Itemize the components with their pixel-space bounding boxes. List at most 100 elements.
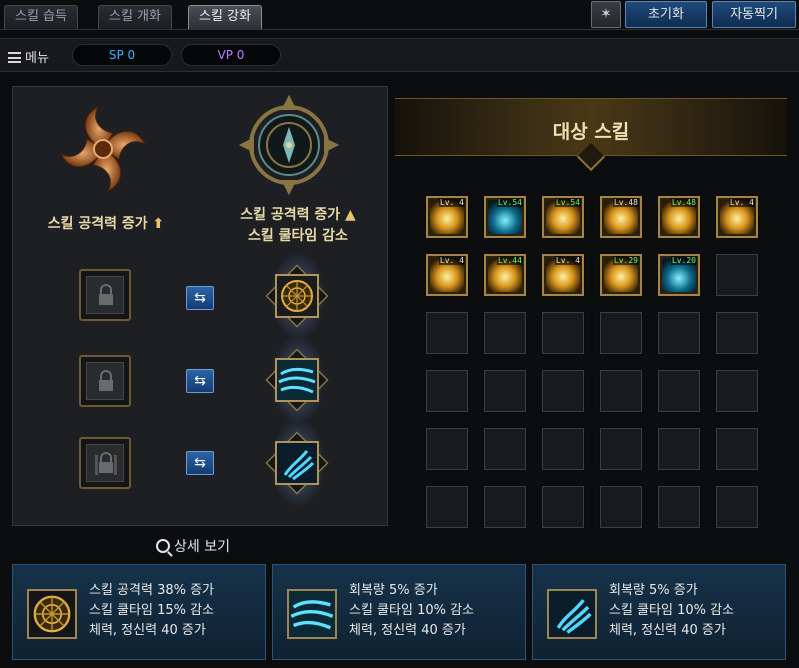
auto-assign-button[interactable]: 자동찍기: [712, 1, 796, 28]
empty-skill-slot[interactable]: [657, 485, 701, 529]
empty-skill-slot[interactable]: [657, 369, 701, 413]
empty-skill-slot[interactable]: [599, 427, 643, 471]
vp-counter: VP 0: [181, 44, 281, 66]
cyan-claw-icon: [277, 443, 317, 483]
skill-level-label: Lv.48: [612, 198, 639, 207]
enhance-skill-slot[interactable]: [263, 336, 331, 424]
enhance-skill-slot[interactable]: [263, 419, 331, 507]
skill-level-label: Lv.54: [496, 198, 523, 207]
swap-arrows-icon: ⇆: [194, 455, 206, 471]
reset-button[interactable]: 초기화: [625, 1, 707, 28]
left-branch-title-text: 스킬 공격력 증가: [47, 216, 148, 232]
up-arrow-icon: ⬆︎: [152, 216, 165, 232]
target-skill-slot[interactable]: Lv.48: [657, 195, 701, 239]
locked-enhance-slot[interactable]: [79, 269, 131, 321]
tab-skill-enhance[interactable]: 스킬 강화: [188, 5, 262, 29]
pin-button[interactable]: ✶: [591, 1, 621, 28]
view-details-link[interactable]: 상세 보기: [156, 536, 230, 556]
cyan-wave-icon: [289, 591, 335, 637]
target-skill-slot[interactable]: Lv. 4: [425, 195, 469, 239]
effect-line: 체력, 정신력 40 증가: [89, 623, 206, 638]
lock-icon: [95, 452, 117, 475]
target-skills-title: 대상 스킬: [552, 121, 630, 143]
hamburger-icon: [8, 52, 21, 63]
empty-skill-slot[interactable]: [425, 369, 469, 413]
left-branch-title: 스킬 공격력 증가 ⬆︎: [21, 213, 191, 233]
empty-skill-slot[interactable]: [425, 485, 469, 529]
up-arrow-icon: ▲: [340, 207, 356, 223]
empty-skill-slot[interactable]: [657, 311, 701, 355]
empty-skill-slot[interactable]: [483, 369, 527, 413]
lock-icon: [99, 370, 113, 391]
skill-level-label: Lv.48: [670, 198, 697, 207]
locked-enhance-slot[interactable]: [79, 437, 131, 489]
enhance-tree-panel: 스킬 공격력 증가 ⬆︎ 스킬 공격력 증가 ▲ 스킬 쿨타임 감소 ⇆ ⇆ ⇆: [12, 86, 388, 526]
empty-skill-slot[interactable]: [715, 253, 759, 297]
target-skill-slot[interactable]: Lv. 4: [541, 253, 585, 297]
target-skill-slot[interactable]: Lv.44: [483, 253, 527, 297]
swap-arrows-icon: ⇆: [194, 290, 206, 306]
empty-skill-slot[interactable]: [715, 485, 759, 529]
empty-skill-slot[interactable]: [657, 427, 701, 471]
empty-skill-slot[interactable]: [599, 485, 643, 529]
skill-level-label: Lv. 4: [728, 198, 755, 207]
empty-skill-slot[interactable]: [715, 427, 759, 471]
menu-button[interactable]: 메뉴: [8, 47, 49, 66]
enhance-skill-slot[interactable]: [263, 252, 331, 340]
menu-label: 메뉴: [25, 51, 49, 66]
view-details-label: 상세 보기: [174, 539, 230, 555]
swap-arrows-icon: ⇆: [194, 373, 206, 389]
empty-skill-slot[interactable]: [599, 369, 643, 413]
empty-skill-slot[interactable]: [599, 311, 643, 355]
empty-skill-slot[interactable]: [541, 485, 585, 529]
cyan-claw-icon: [549, 591, 595, 637]
golden-wheel-icon: [33, 595, 71, 633]
empty-skill-slot[interactable]: [541, 369, 585, 413]
pin-icon: ✶: [600, 6, 612, 22]
empty-skill-slot[interactable]: [715, 311, 759, 355]
target-skill-slot[interactable]: Lv. 4: [715, 195, 759, 239]
enhance-effect-card[interactable]: 회복량 5% 증가 스킬 쿨타임 10% 감소 체력, 정신력 40 증가: [272, 564, 526, 660]
target-skill-slot[interactable]: Lv.20: [657, 253, 701, 297]
target-skill-slot[interactable]: Lv. 4: [425, 253, 469, 297]
right-branch-title-line2: 스킬 쿨타임 감소: [248, 228, 348, 244]
empty-skill-slot[interactable]: [541, 427, 585, 471]
effect-line: 체력, 정신력 40 증가: [609, 623, 726, 638]
cyan-wave-icon: [277, 360, 317, 400]
skill-level-label: Lv.54: [554, 198, 581, 207]
tab-skill-bloom[interactable]: 스킬 개화: [98, 5, 172, 29]
empty-skill-slot[interactable]: [715, 369, 759, 413]
right-branch-title-line1: 스킬 공격력 증가: [240, 207, 341, 223]
golden-wheel-icon: [281, 280, 313, 312]
swap-button[interactable]: ⇆: [186, 369, 214, 393]
effect-line: 스킬 쿨타임 10% 감소: [609, 603, 735, 618]
swap-button[interactable]: ⇆: [186, 451, 214, 475]
skill-level-label: Lv. 4: [554, 256, 581, 265]
enhance-effect-card[interactable]: 회복량 5% 증가 스킬 쿨타임 10% 감소 체력, 정신력 40 증가: [532, 564, 786, 660]
empty-skill-slot[interactable]: [483, 311, 527, 355]
empty-skill-slot[interactable]: [425, 311, 469, 355]
empty-skill-slot[interactable]: [541, 311, 585, 355]
skill-level-label: Lv. 4: [438, 198, 465, 207]
tab-skill-learn[interactable]: 스킬 습득: [4, 5, 78, 29]
effect-line: 회복량 5% 증가: [349, 583, 438, 598]
empty-skill-slot[interactable]: [425, 427, 469, 471]
empty-skill-slot[interactable]: [483, 485, 527, 529]
effect-line: 스킬 공격력 38% 증가: [89, 583, 215, 598]
skill-level-label: Lv.20: [670, 256, 697, 265]
effect-line: 스킬 쿨타임 15% 감소: [89, 603, 215, 618]
top-tab-bar: 스킬 습득 스킬 개화 스킬 강화 ✶ 초기화 자동찍기: [0, 0, 799, 30]
target-skill-slot[interactable]: Lv.54: [541, 195, 585, 239]
empty-skill-slot[interactable]: [483, 427, 527, 471]
effect-line: 스킬 쿨타임 10% 감소: [349, 603, 475, 618]
swap-button[interactable]: ⇆: [186, 286, 214, 310]
target-skill-slot[interactable]: Lv.54: [483, 195, 527, 239]
menu-bar: 메뉴 SP 0 VP 0: [0, 38, 799, 72]
target-skill-slot[interactable]: Lv.48: [599, 195, 643, 239]
compass-emblem-icon: [239, 95, 339, 195]
target-skill-slot[interactable]: Lv.29: [599, 253, 643, 297]
enhance-effect-card[interactable]: 스킬 공격력 38% 증가 스킬 쿨타임 15% 감소 체력, 정신력 40 증…: [12, 564, 266, 660]
effect-line: 체력, 정신력 40 증가: [349, 623, 466, 638]
locked-enhance-slot[interactable]: [79, 355, 131, 407]
skill-level-label: Lv. 4: [438, 256, 465, 265]
